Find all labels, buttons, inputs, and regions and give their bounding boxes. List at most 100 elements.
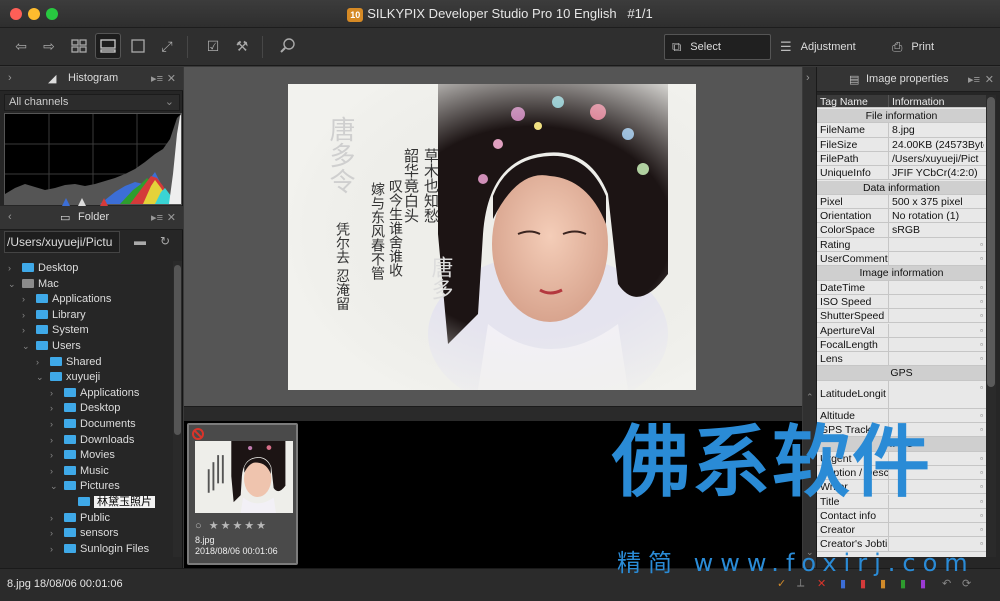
rating-stars[interactable]: ○ ★★★★★: [195, 519, 268, 532]
refresh-icon[interactable]: ↻: [160, 234, 170, 248]
chevron-right-icon[interactable]: ›: [22, 323, 32, 338]
edit-field-icon[interactable]: ▫: [980, 240, 983, 249]
edit-field-icon[interactable]: ▫: [980, 425, 983, 434]
edit-field-icon[interactable]: ▫: [980, 283, 983, 292]
history-icon[interactable]: ⟳: [962, 577, 971, 590]
chevron-right-icon[interactable]: ›: [36, 355, 46, 370]
collapse-arrow-icon[interactable]: ›: [8, 72, 12, 84]
reject-mark-icon[interactable]: [192, 428, 204, 440]
print-mode-button[interactable]: ⎙ Print: [892, 34, 934, 60]
rating-clear-icon[interactable]: ○: [195, 520, 204, 532]
edit-field-icon[interactable]: ▫: [980, 468, 983, 477]
chevron-right-icon[interactable]: ›: [50, 433, 60, 448]
rotate-right-icon[interactable]: ⇨: [36, 33, 62, 59]
chevron-down-icon[interactable]: ⌄: [22, 339, 32, 354]
folder-tree-item[interactable]: › Public: [50, 511, 110, 526]
folder-tree-item[interactable]: › Applications: [22, 292, 111, 307]
rotate-left-icon[interactable]: ⇦: [8, 33, 34, 59]
chevron-down-icon[interactable]: ⌄: [50, 479, 60, 494]
edit-field-icon[interactable]: ▫: [980, 311, 983, 320]
edit-field-icon[interactable]: ▫: [980, 340, 983, 349]
folder-tree-item[interactable]: › Desktop: [8, 261, 78, 276]
panel-menu-icon[interactable]: ▸≡: [968, 73, 980, 86]
filmstrip-view-icon[interactable]: [95, 33, 121, 59]
folder-tree-item[interactable]: › System: [22, 323, 89, 338]
folder-browse-icon[interactable]: ▬: [134, 234, 146, 248]
chevron-right-icon[interactable]: ›: [50, 448, 60, 463]
image-viewer[interactable]: 唐多令 草木也知愁 韶华竟白头 叹今生谁舍谁收 嫁与东风春不管 凭尔去 忍淹留 …: [184, 67, 802, 406]
chevron-right-icon[interactable]: ›: [50, 417, 60, 432]
hammer-icon[interactable]: ⚒: [229, 33, 255, 59]
chevron-right-icon[interactable]: ›: [50, 511, 60, 526]
collapse-arrow-icon[interactable]: ‹: [8, 211, 12, 223]
panel-menu-icon[interactable]: ▸≡: [151, 211, 163, 224]
property-name: Rating: [820, 238, 851, 251]
check-mark-icon[interactable]: ✓: [777, 577, 786, 590]
hold-icon[interactable]: ⟂: [797, 577, 804, 590]
close-icon[interactable]: ✕: [167, 72, 176, 85]
folder-tree-item[interactable]: ⌄ Users: [22, 339, 81, 354]
loupe-zoom-icon[interactable]: [275, 33, 301, 59]
folder-tree-item[interactable]: ⌄ Mac: [8, 277, 59, 292]
edit-field-icon[interactable]: ▫: [980, 383, 983, 392]
folder-tree-item[interactable]: ⌄ Pictures: [50, 479, 120, 494]
edit-field-icon[interactable]: ▫: [980, 482, 983, 491]
folder-tree-item[interactable]: › Downloads: [50, 433, 134, 448]
color-label-orange-icon[interactable]: ▮: [880, 577, 886, 590]
color-label-green-icon[interactable]: ▮: [900, 577, 906, 590]
chevron-right-icon[interactable]: ›: [50, 526, 60, 541]
edit-field-icon[interactable]: ▫: [980, 354, 983, 363]
grid-view-icon[interactable]: [66, 33, 92, 59]
chevron-right-icon[interactable]: ›: [8, 261, 18, 276]
color-label-red-icon[interactable]: ▮: [860, 577, 866, 590]
folder-tree-item[interactable]: › Applications: [50, 386, 139, 401]
chevron-down-icon[interactable]: ⌄: [36, 370, 46, 385]
folder-tree-item[interactable]: › Music: [50, 464, 109, 479]
channel-select[interactable]: All channels ⌄: [4, 94, 180, 111]
edit-field-icon[interactable]: ▫: [980, 297, 983, 306]
folder-tree-scrollbar[interactable]: [173, 261, 182, 557]
folder-tree-item[interactable]: › Desktop: [50, 401, 120, 416]
edit-field-icon[interactable]: ▫: [980, 254, 983, 263]
single-view-icon[interactable]: [125, 33, 151, 59]
undo-icon[interactable]: ↶: [942, 577, 951, 590]
edit-field-icon[interactable]: ▫: [980, 525, 983, 534]
edit-field-icon[interactable]: ▫: [980, 326, 983, 335]
chevron-right-icon[interactable]: ›: [50, 401, 60, 416]
chevron-down-icon[interactable]: ⌄: [8, 277, 18, 292]
select-mode-button[interactable]: ⧉ Select: [664, 34, 771, 60]
fullscreen-icon[interactable]: ⤢: [154, 33, 180, 59]
folder-tree-item[interactable]: ⌄ xuyueji: [36, 370, 100, 385]
edit-field-icon[interactable]: ▫: [980, 511, 983, 520]
edit-field-icon[interactable]: ▫: [980, 411, 983, 420]
folder-path-select[interactable]: /Users/xuyueji/Pictu: [4, 231, 120, 253]
collapse-arrow-icon[interactable]: ›: [806, 72, 810, 84]
chevron-right-icon[interactable]: ›: [50, 464, 60, 479]
edit-field-icon[interactable]: ▫: [980, 539, 983, 548]
thumbnail-datetime: 2018/08/06 00:01:06: [195, 546, 278, 556]
folder-tree-item[interactable]: › Documents: [50, 417, 136, 432]
folder-tree-item[interactable]: › sensors: [50, 526, 119, 541]
folder-tree-item[interactable]: › Shared: [36, 355, 101, 370]
reject-icon[interactable]: ✕: [817, 577, 826, 590]
chevron-right-icon[interactable]: ›: [22, 292, 32, 307]
folder-tree-item[interactable]: › Sunlogin Files: [50, 542, 149, 557]
close-icon[interactable]: ✕: [985, 73, 994, 86]
edit-field-icon[interactable]: ▫: [980, 497, 983, 506]
properties-scrollbar[interactable]: [986, 95, 996, 557]
chevron-up-icon[interactable]: ⌃: [806, 392, 814, 403]
thumbnail-card[interactable]: ○ ★★★★★ 8.jpg 2018/08/06 00:01:06: [187, 423, 298, 565]
folder-tree-item[interactable]: 林黛玉照片: [64, 495, 155, 510]
adjustment-mode-button[interactable]: ☰ Adjustment: [780, 34, 856, 60]
panel-menu-icon[interactable]: ▸≡: [151, 72, 163, 85]
color-label-purple-icon[interactable]: ▮: [920, 577, 926, 590]
edit-field-icon[interactable]: ▫: [980, 454, 983, 463]
check-mark-icon[interactable]: ☑: [200, 33, 226, 59]
folder-tree-item[interactable]: › Movies: [50, 448, 115, 463]
folder-tree-item[interactable]: › Library: [22, 308, 86, 323]
close-icon[interactable]: ✕: [167, 211, 176, 224]
color-label-blue-icon[interactable]: ▮: [840, 577, 846, 590]
chevron-right-icon[interactable]: ›: [50, 542, 60, 557]
chevron-right-icon[interactable]: ›: [50, 386, 60, 401]
chevron-right-icon[interactable]: ›: [22, 308, 32, 323]
